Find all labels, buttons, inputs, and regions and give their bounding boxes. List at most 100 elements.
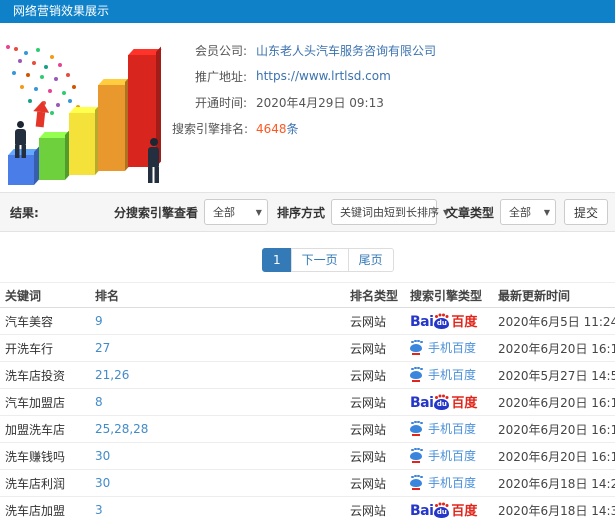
bars (2, 35, 172, 185)
bar-chart-illustration (2, 35, 172, 185)
rank-type-cell: 云网站 (350, 395, 387, 410)
baidu-logo: Bai du 百度 (410, 503, 477, 518)
rank-link[interactable]: 30 (95, 449, 350, 463)
growth-arrow-icon (32, 100, 51, 128)
update-time-cell: 2020年6月20日 16:11 (498, 422, 615, 437)
rank-type-cell: 云网站 (350, 341, 387, 356)
businessman-right (148, 138, 160, 183)
baidu-logo-cn-text: 百度 (451, 395, 478, 411)
engine-cell: 手机百度 (410, 474, 498, 493)
engine-cell: Bai du 百度 (410, 395, 498, 410)
baidu-logo: Bai du 百度 (410, 395, 477, 410)
pagination: 1 下一页 尾页 (262, 248, 394, 272)
filter-bar: 结果: 分搜索引擎查看 全部 ▼ 排序方式 关键词由短到长排序 ▼ 文章类型 全… (0, 192, 615, 232)
mobile-baidu-logo: 手机百度 (410, 474, 476, 491)
last-page-button[interactable]: 尾页 (347, 248, 394, 272)
open-time-value: 2020年4月29日 09:13 (256, 95, 384, 110)
table-row[interactable]: 洗车店投资 21,26 云网站 手机百度 2020年5月27日 14:58 (0, 362, 615, 389)
mobile-baidu-paw-icon (410, 421, 423, 436)
engine-filter-value: 全部 (212, 206, 235, 219)
baidu-logo-text: Bai (410, 313, 434, 330)
company-label: 会员公司: (194, 43, 247, 58)
sort-filter-select[interactable]: 关键词由短到长排序 ▼ (330, 199, 449, 225)
rank-count-label: 搜索引擎排名: (172, 121, 249, 136)
engine-filter-label: 分搜索引擎查看 (113, 205, 198, 220)
company-info: 会员公司: 山东老人头汽车服务咨询有限公司 推广地址: https://www.… (172, 33, 615, 184)
page-title: 网络营销效果展示 (13, 4, 110, 18)
table-row[interactable]: 开洗车行 27 云网站 手机百度 2020年6月20日 16:16 (0, 335, 615, 362)
article-type-filter-select[interactable]: 全部 ▼ (499, 199, 556, 225)
mobile-baidu-logo: 手机百度 (410, 366, 476, 383)
blue-bar (8, 155, 34, 185)
table-row[interactable]: 加盟洗车店 25,28,28 云网站 手机百度 2020年6月20日 16:11 (0, 416, 615, 443)
table-row[interactable]: 洗车店加盟 3 云网站 Bai du 百度 2020年6月18日 14:30 (0, 497, 615, 520)
keyword-cell: 洗车店加盟 (5, 503, 66, 518)
businessman-left (15, 121, 27, 158)
rank-link[interactable]: 25,28,28 (95, 422, 350, 436)
rank-link[interactable]: 21,26 (95, 368, 350, 382)
article-type-filter-value: 全部 (508, 206, 531, 219)
rank-type-cell: 云网站 (350, 314, 387, 329)
keyword-cell: 洗车赚钱吗 (5, 449, 66, 464)
rank-link[interactable]: 8 (95, 395, 350, 409)
update-time-cell: 2020年6月18日 14:30 (498, 503, 615, 518)
keyword-cell: 开洗车行 (5, 341, 54, 356)
keyword-rank-table: 关键词 排名 排名类型 搜索引擎类型 最新更新时间 汽车美容 9 云网站 Bai… (0, 282, 615, 520)
rank-link[interactable]: 30 (95, 476, 350, 490)
table-row[interactable]: 洗车赚钱吗 30 云网站 手机百度 2020年6月20日 16:12 (0, 443, 615, 470)
mobile-baidu-paw-icon (410, 340, 423, 355)
submit-button[interactable]: 提交 (563, 199, 608, 225)
engine-cell: 手机百度 (410, 447, 498, 466)
update-time-cell: 2020年5月27日 14:58 (498, 368, 615, 383)
result-section-label: 结果: (10, 205, 39, 220)
app-header: 网络营销效果展示 (0, 0, 615, 23)
baidu-logo-text: Bai (410, 394, 434, 411)
mobile-baidu-logo: 手机百度 (410, 447, 476, 464)
rank-count-number: 4648 (256, 121, 287, 136)
baidu-logo: Bai du 百度 (410, 314, 477, 329)
engine-filter-select[interactable]: 全部 ▼ (203, 199, 268, 225)
table-body: 汽车美容 9 云网站 Bai du 百度 2020年6月5日 11:24 开洗车… (0, 308, 615, 520)
rank-type-cell: 云网站 (350, 368, 387, 383)
info-row-rank-count: 搜索引擎排名: 4648条 (172, 115, 615, 141)
keyword-cell: 洗车店投资 (5, 368, 66, 383)
baidu-logo-cn-text: 百度 (451, 503, 478, 519)
info-section: 会员公司: 山东老人头汽车服务咨询有限公司 推广地址: https://www.… (0, 23, 615, 192)
rank-type-cell: 云网站 (350, 503, 387, 518)
dropdown-arrow-icon: ▼ (255, 207, 262, 217)
next-page-button[interactable]: 下一页 (290, 248, 349, 272)
company-link[interactable]: 山东老人头汽车服务咨询有限公司 (256, 42, 436, 59)
engine-cell: 手机百度 (410, 339, 498, 358)
mobile-baidu-paw-icon (410, 367, 423, 382)
sort-filter-group: 排序方式 关键词由短到长排序 ▼ (276, 199, 449, 225)
engine-cell: Bai du 百度 (410, 503, 498, 518)
engine-filter-group: 分搜索引擎查看 全部 ▼ (114, 199, 268, 225)
info-row-url: 推广地址: https://www.lrtlsd.com (172, 63, 615, 89)
mobile-baidu-label: 手机百度 (428, 340, 477, 355)
table-header-row: 关键词 排名 排名类型 搜索引擎类型 最新更新时间 (0, 282, 615, 308)
rank-link[interactable]: 27 (95, 341, 350, 355)
table-row[interactable]: 洗车店利润 30 云网站 手机百度 2020年6月18日 14:27 (0, 470, 615, 497)
page-1-button[interactable]: 1 (262, 248, 292, 272)
update-time-cell: 2020年6月20日 16:12 (498, 449, 615, 464)
table-row[interactable]: 汽车加盟店 8 云网站 Bai du 百度 2020年6月20日 16:12 (0, 389, 615, 416)
col-engine-type: 搜索引擎类型 (410, 288, 483, 303)
engine-cell: Bai du 百度 (410, 314, 498, 329)
rank-link[interactable]: 9 (95, 314, 350, 328)
table-row[interactable]: 汽车美容 9 云网站 Bai du 百度 2020年6月5日 11:24 (0, 308, 615, 335)
col-rank-type: 排名类型 (350, 288, 399, 303)
mobile-baidu-label: 手机百度 (428, 475, 477, 490)
dropdown-arrow-icon: ▼ (543, 207, 550, 217)
rank-type-cell: 云网站 (350, 476, 387, 491)
green-bar (39, 138, 65, 180)
mobile-baidu-logo: 手机百度 (410, 339, 476, 356)
update-time-cell: 2020年6月18日 14:27 (498, 476, 615, 491)
rank-type-cell: 云网站 (350, 422, 387, 437)
yellow-bar (69, 113, 95, 175)
sort-filter-label: 排序方式 (276, 205, 325, 220)
promo-url-link[interactable]: https://www.lrtlsd.com (256, 69, 391, 83)
update-time-cell: 2020年6月5日 11:24 (498, 314, 615, 329)
rank-link[interactable]: 3 (95, 503, 350, 517)
mobile-baidu-paw-icon (410, 475, 423, 490)
article-type-filter-group: 文章类型 全部 ▼ (446, 199, 556, 225)
